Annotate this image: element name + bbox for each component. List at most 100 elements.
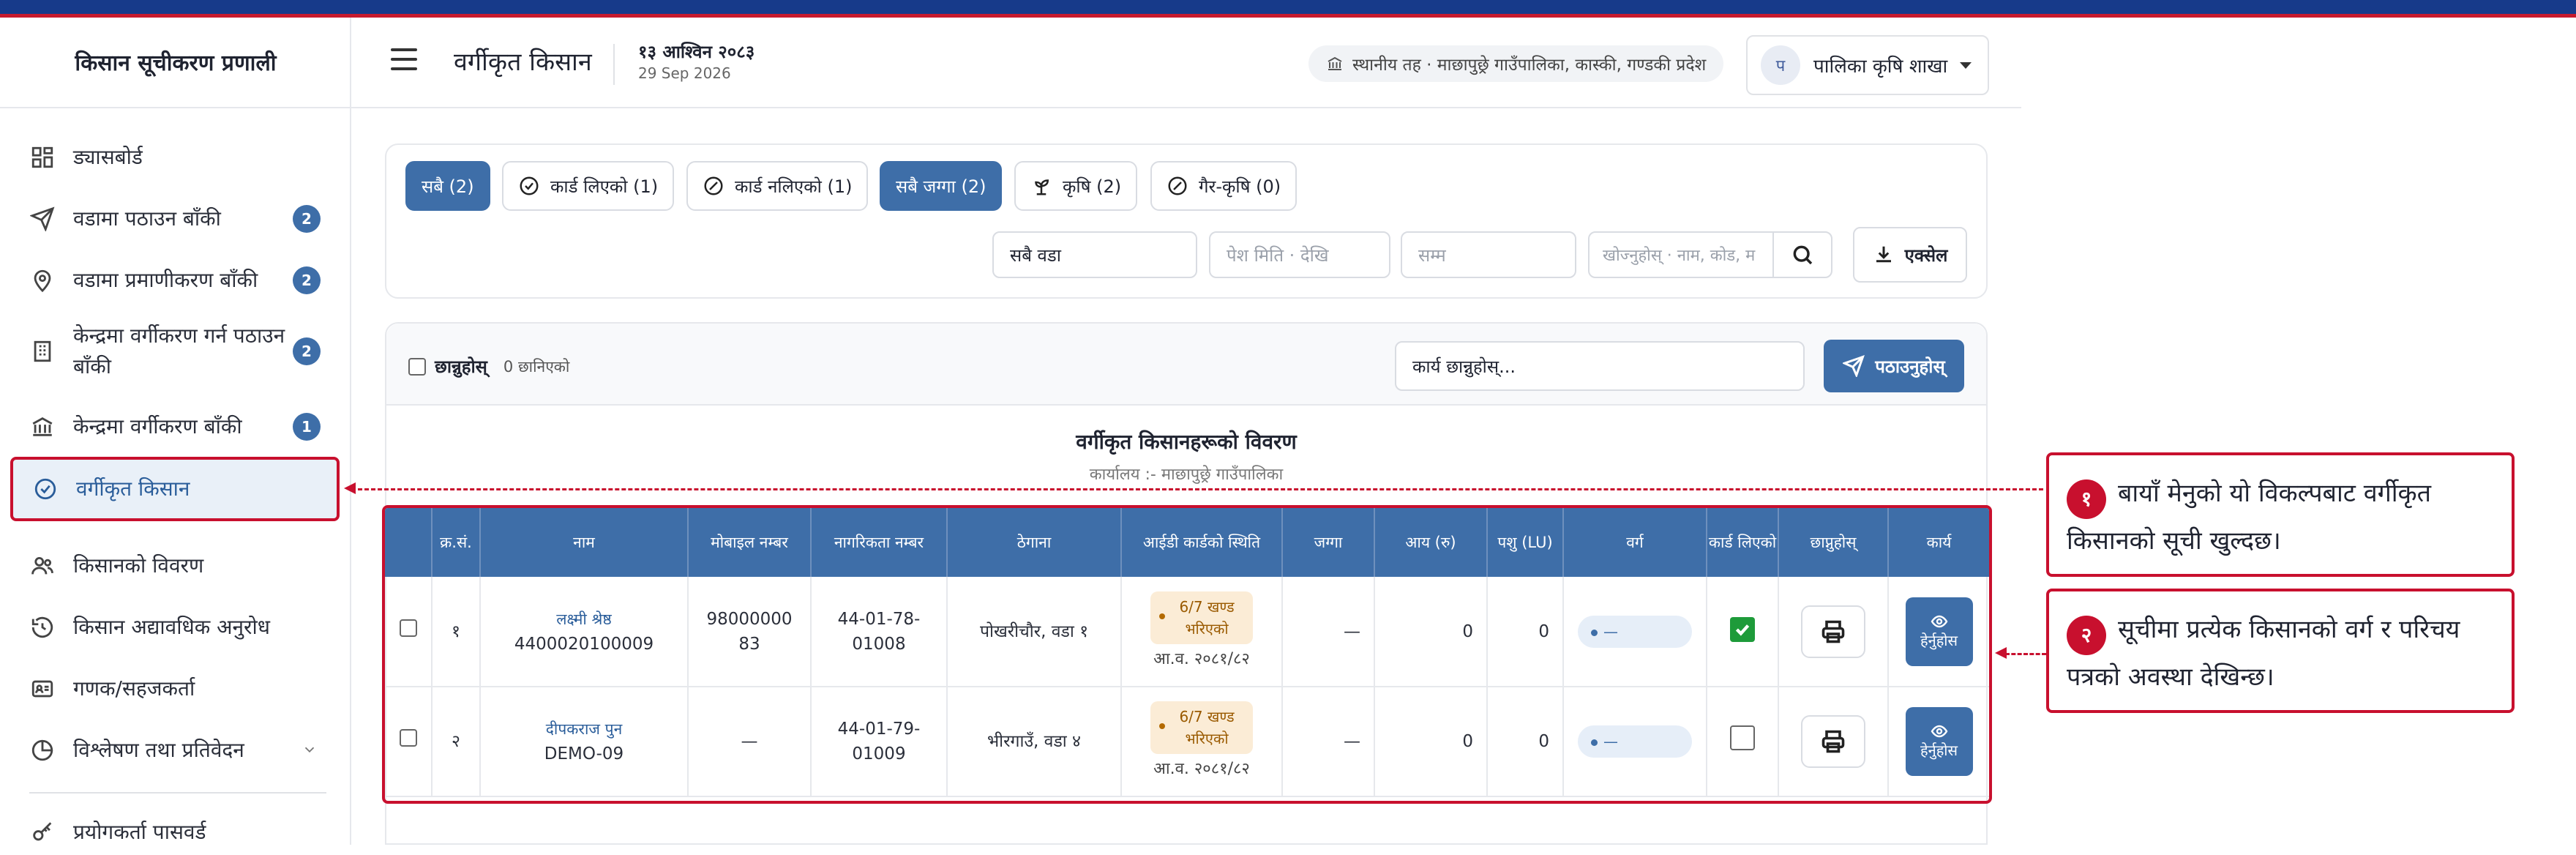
search-input[interactable]: खोज्नुहोस् · नाम, कोड, म bbox=[1588, 231, 1774, 278]
select-all[interactable]: छान्नुहोस् 0 छानिएको bbox=[408, 354, 569, 378]
annotation-number: १ bbox=[2067, 479, 2106, 519]
col-header-id-status: आईडी कार्डको स्थिति bbox=[1121, 508, 1283, 577]
card-taken-checkbox[interactable] bbox=[1730, 616, 1755, 642]
col-header-card-taken: कार्ड लिएको bbox=[1707, 508, 1779, 577]
building-icon bbox=[28, 337, 57, 366]
ward-select[interactable]: सबै वडा bbox=[992, 231, 1197, 278]
row-land: — bbox=[1282, 577, 1375, 687]
view-label: हेर्नुहोस bbox=[1920, 742, 1958, 759]
annotation-1-arrowhead bbox=[344, 482, 356, 494]
sidebar-item-label: ड्यासबोर्ड bbox=[73, 145, 143, 169]
farmers-table-wrapper: क्र.सं. नाम मोबाइल नम्बर नागरिकता नम्बर … bbox=[382, 505, 1992, 804]
print-button[interactable] bbox=[1801, 605, 1865, 658]
printer-icon bbox=[1821, 620, 1845, 643]
annotation-callout-1: १ बायाँ मेनुको यो विकल्पबाट वर्गीकृत किसा… bbox=[2046, 452, 2515, 577]
col-header-select bbox=[385, 508, 433, 577]
sidebar-item-label: प्रयोगकर्ता पासवर्ड bbox=[73, 820, 206, 844]
sprout-icon bbox=[1035, 179, 1049, 195]
col-header-action: कार्य bbox=[1888, 508, 1989, 577]
category-badge: — bbox=[1578, 615, 1692, 648]
selected-count: 0 छानिएको bbox=[503, 357, 570, 376]
dashboard-icon bbox=[28, 143, 57, 172]
bank-icon bbox=[28, 412, 57, 441]
send-button[interactable]: पठाउनुहोस् bbox=[1824, 340, 1964, 392]
chip-card-taken[interactable]: कार्ड लिएको (1) bbox=[502, 161, 675, 211]
col-header-sn: क्र.सं. bbox=[432, 508, 481, 577]
row-mobile: 9800000083 bbox=[688, 577, 812, 687]
sidebar-item-update-requests[interactable]: किसान अद्यावधिक अनुरोध bbox=[10, 605, 340, 650]
row-citizenship: 44-01-78-01008 bbox=[811, 577, 948, 687]
view-button[interactable]: हेर्नुहोस bbox=[1905, 707, 1973, 776]
eye-icon bbox=[1931, 615, 1947, 627]
chip-all-land[interactable]: सबै जग्गा (2) bbox=[880, 161, 1003, 211]
table-subtitle: कार्यालय :- माछापुछ्रे गाउँपालिका bbox=[1089, 466, 1284, 484]
category-badge: — bbox=[1578, 725, 1692, 758]
col-header-category: वर्ग bbox=[1563, 508, 1707, 577]
annotation-2-arrowhead bbox=[1995, 647, 2007, 659]
sidebar-item-dashboard[interactable]: ड्यासबोर्ड bbox=[10, 135, 340, 180]
excel-label: एक्सेल bbox=[1904, 244, 1948, 266]
sidebar-item-label: वर्गीकृत किसान bbox=[76, 477, 190, 501]
sidebar: किसान सूचीकरण प्रणाली ड्यासबोर्ड वडामा प… bbox=[0, 18, 351, 845]
filter-card: सबै (2) कार्ड लिएको (1) कार्ड नलिएको (1)… bbox=[385, 143, 1988, 299]
card-taken-checkbox[interactable] bbox=[1730, 725, 1755, 750]
date-to-input[interactable]: सम्म bbox=[1401, 231, 1576, 278]
row-checkbox[interactable] bbox=[399, 619, 417, 637]
sidebar-item-classified-farmers[interactable]: वर्गीकृत किसान bbox=[10, 457, 340, 521]
sidebar-item-center-classify-pending[interactable]: केन्द्रमा वर्गीकरण बाँकी 1 bbox=[10, 404, 340, 449]
excel-export-button[interactable]: एक्सेल bbox=[1853, 227, 1967, 283]
sidebar-item-enumerators[interactable]: गणक/सहजकर्ता bbox=[10, 666, 340, 712]
id-status-fy: आ.व. २०८१/८२ bbox=[1153, 760, 1250, 778]
nepali-date: १३ आश्विन २०८३ bbox=[638, 42, 755, 62]
annotation-text: बायाँ मेनुको यो विकल्पबाट वर्गीकृत किसान… bbox=[2067, 479, 2432, 556]
task-select[interactable]: कार्य छान्नुहोस्... bbox=[1395, 341, 1805, 391]
sidebar-item-ward-verify-pending[interactable]: वडामा प्रमाणीकरण बाँकी 2 bbox=[10, 258, 340, 303]
farmer-name-link[interactable]: दीपकराज पुन bbox=[481, 717, 687, 742]
sidebar-item-center-send-pending[interactable]: केन्द्रमा वर्गीकरण गर्न पठाउन बाँकी 2 bbox=[10, 315, 340, 388]
id-status-fy: आ.व. २०८१/८२ bbox=[1153, 649, 1250, 668]
col-header-name: नाम bbox=[480, 508, 689, 577]
pie-chart-icon bbox=[28, 736, 57, 765]
sidebar-item-analysis-reports[interactable]: विश्लेषण तथा प्रतिवेदन bbox=[10, 728, 340, 773]
select-all-checkbox[interactable] bbox=[408, 357, 426, 376]
count-badge: 1 bbox=[293, 413, 321, 441]
chip-non-agriculture[interactable]: गैर-कृषि (0) bbox=[1150, 161, 1298, 211]
printer-icon bbox=[1821, 730, 1845, 753]
top-header: वर्गीकृत किसान १३ आश्विन २०८३ 29 Sep 202… bbox=[351, 18, 2021, 108]
print-button[interactable] bbox=[1801, 715, 1865, 768]
user-menu[interactable]: प पालिका कृषि शाखा bbox=[1746, 35, 1989, 95]
farmer-code: 4400020100009 bbox=[514, 634, 654, 654]
date-from-input[interactable]: पेश मिति · देखि bbox=[1209, 231, 1390, 278]
row-land: — bbox=[1282, 687, 1375, 797]
table-title: वर्गीकृत किसानहरूको विवरण bbox=[1076, 430, 1297, 454]
search-button[interactable] bbox=[1772, 231, 1832, 278]
hamburger-menu-icon[interactable] bbox=[391, 48, 417, 70]
chip-agriculture[interactable]: कृषि (2) bbox=[1014, 161, 1138, 211]
chip-all[interactable]: सबै (2) bbox=[405, 161, 490, 211]
row-address: भीरगाउँ, वडा ४ bbox=[947, 687, 1122, 797]
slash-circle-icon bbox=[1168, 176, 1187, 195]
table-row: १ लक्ष्मी श्रेष्ठ 4400020100009 98000000… bbox=[385, 577, 1989, 687]
app-title: किसान सूचीकरण प्रणाली bbox=[75, 51, 277, 76]
farmer-name-link[interactable]: लक्ष्मी श्रेष्ठ bbox=[481, 607, 687, 632]
sidebar-item-ward-send-pending[interactable]: वडामा पठाउन बाँकी 2 bbox=[10, 196, 340, 242]
sidebar-item-farmer-details[interactable]: किसानको विवरण bbox=[10, 543, 340, 589]
view-label: हेर्नुहोस bbox=[1920, 631, 1958, 649]
search-icon bbox=[1793, 245, 1813, 265]
view-button[interactable]: हेर्नुहोस bbox=[1905, 597, 1973, 666]
annotation-1-connector bbox=[351, 488, 2043, 490]
eye-icon bbox=[1931, 725, 1947, 738]
bank-icon bbox=[1328, 56, 1342, 70]
id-status-badge: 6/7 खण्ड भरिएको bbox=[1150, 701, 1253, 754]
sidebar-item-user-password[interactable]: प्रयोगकर्ता पासवर्ड bbox=[10, 810, 340, 855]
row-print-cell bbox=[1778, 687, 1889, 797]
sidebar-item-label: गणक/सहजकर्ता bbox=[73, 676, 195, 701]
count-badge: 2 bbox=[293, 337, 321, 365]
check-circle-icon bbox=[31, 474, 60, 504]
col-header-mobile: मोबाइल नम्बर bbox=[688, 508, 812, 577]
row-checkbox[interactable] bbox=[399, 729, 417, 747]
chip-card-not-taken[interactable]: कार्ड नलिएको (1) bbox=[686, 161, 869, 211]
count-badge: 2 bbox=[293, 205, 321, 233]
sidebar-item-label: केन्द्रमा वर्गीकरण गर्न पठाउन बाँकी bbox=[73, 324, 285, 378]
caret-down-icon bbox=[1960, 61, 1972, 69]
